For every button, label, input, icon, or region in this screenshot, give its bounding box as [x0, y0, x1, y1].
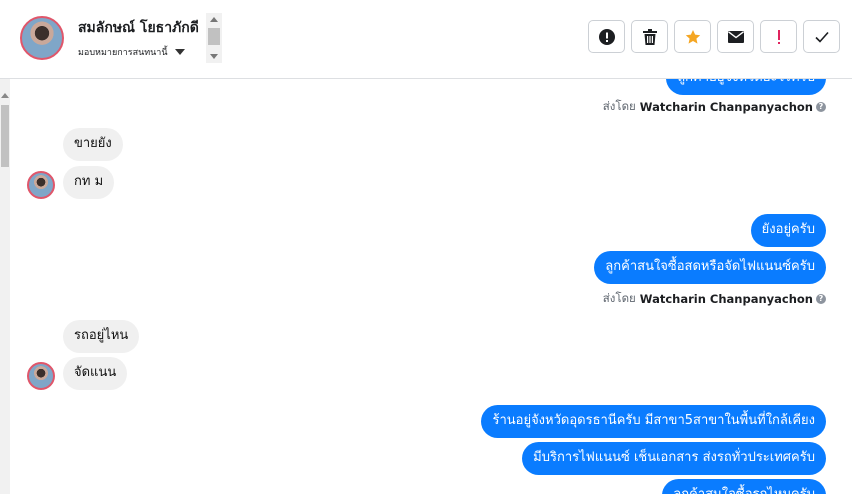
conversation-toolbar: [588, 20, 840, 53]
done-button[interactable]: [803, 20, 840, 53]
incoming-message[interactable]: ขายยัง: [63, 128, 123, 161]
conversation-scrollbar[interactable]: [0, 79, 10, 494]
outgoing-message[interactable]: ลูกค้าอยู่จังหวัดอะไรครับ: [666, 79, 826, 95]
star-button[interactable]: [674, 20, 711, 53]
scroll-thumb[interactable]: [208, 28, 220, 45]
scroll-up-icon[interactable]: [210, 17, 218, 22]
assign-label: มอบหมายการสนทนานี้: [78, 48, 168, 58]
mark-unread-button[interactable]: [717, 20, 754, 53]
sender-name[interactable]: Watcharin Chanpanyachon: [640, 100, 813, 114]
alert-button[interactable]: [588, 20, 625, 53]
incoming-message[interactable]: กท ม: [63, 166, 115, 199]
incoming-message[interactable]: จัดแนน: [63, 357, 128, 390]
scroll-down-icon[interactable]: [210, 54, 218, 59]
outgoing-message[interactable]: มีบริการไฟแนนซ์ เช็นเอกสาร ส่งรถทั่วประเ…: [522, 442, 826, 475]
header-scrollbar[interactable]: [206, 13, 222, 63]
star-icon: [685, 29, 700, 44]
scroll-thumb[interactable]: [1, 105, 9, 167]
sent-by-prefix: ส่งโดย: [602, 291, 636, 305]
contact-name[interactable]: สมลักษณ์ โยธาภักดี: [78, 17, 206, 39]
contact-avatar[interactable]: [27, 362, 55, 390]
check-icon: [814, 31, 829, 43]
incoming-message[interactable]: รถอยู่ไหน: [63, 320, 140, 353]
message-thread: ลูกค้าอยู่จังหวัดอะไรครับ ส่งโดย Watchar…: [10, 79, 852, 494]
exclamation-icon: [777, 29, 780, 44]
contact-avatar[interactable]: [20, 16, 64, 60]
help-icon[interactable]: ?: [816, 294, 826, 304]
trash-icon: [642, 28, 657, 45]
outgoing-message[interactable]: ลูกค้าสนใจซื้อรถไหมครับ: [662, 479, 826, 494]
delete-button[interactable]: [631, 20, 668, 53]
outgoing-message[interactable]: ลูกค้าสนใจซื้อสดหรือจัดไฟแนนซ์ครับ: [594, 251, 826, 284]
help-icon[interactable]: ?: [816, 102, 826, 112]
caret-down-icon: [174, 49, 185, 55]
envelope-icon: [727, 30, 744, 43]
assign-conversation-dropdown[interactable]: มอบหมายการสนทนานี้: [78, 45, 185, 59]
sender-name[interactable]: Watcharin Chanpanyachon: [640, 292, 813, 306]
scroll-up-icon[interactable]: [1, 93, 9, 98]
spam-button[interactable]: [760, 20, 797, 53]
contact-avatar[interactable]: [27, 171, 55, 199]
conversation-header: สมลักษณ์ โยธาภักดี มอบหมายการสนทนานี้: [0, 0, 852, 79]
sent-by-line: ส่งโดย Watcharin Chanpanyachon ?: [603, 290, 826, 308]
exclamation-circle-icon: [598, 28, 615, 45]
sent-by-prefix: ส่งโดย: [602, 99, 636, 113]
outgoing-message[interactable]: ร้านอยู่จังหวัดอุดรธานีครับ มีสาขา5สาขาใ…: [481, 405, 826, 438]
outgoing-message[interactable]: ยังอยู่ครับ: [750, 214, 826, 247]
sent-by-line: ส่งโดย Watcharin Chanpanyachon ?: [603, 98, 826, 116]
